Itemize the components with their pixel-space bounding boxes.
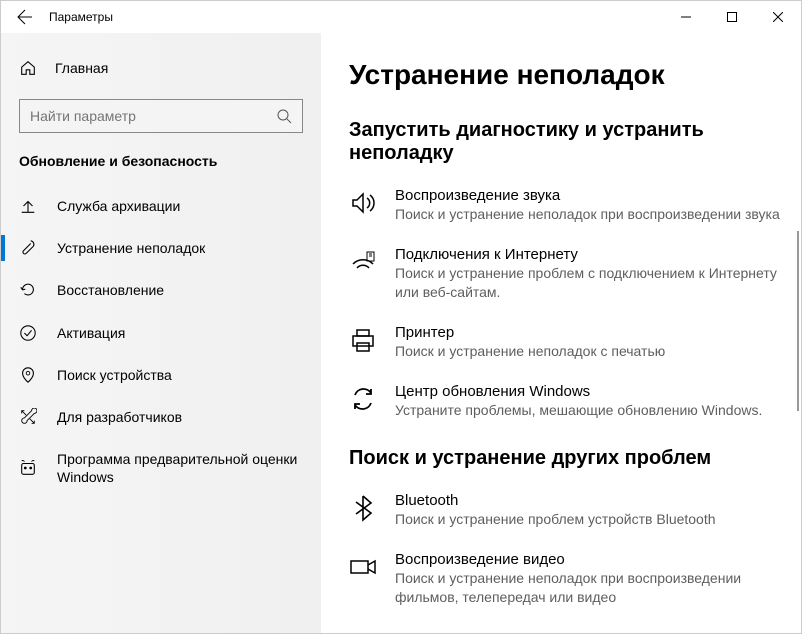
window-controls [663, 1, 801, 33]
troubleshooter-desc: Поиск и устранение проблем с подключение… [395, 264, 781, 302]
bluetooth-icon [349, 494, 377, 522]
window-title: Параметры [49, 10, 113, 24]
check-circle-icon [19, 324, 37, 342]
section-title: Поиск и устранение других проблем [349, 447, 781, 470]
printer-icon [349, 326, 377, 354]
home-icon [19, 59, 37, 77]
sidebar-item-recovery[interactable]: Восстановление [1, 269, 321, 311]
sidebar-item-developers[interactable]: Для разработчиков [1, 396, 321, 438]
nav-label: Программа предварительной оценки Windows [57, 450, 303, 486]
sidebar: Главная Обновление и безопасность Служба… [1, 33, 321, 633]
recovery-icon [19, 281, 37, 299]
troubleshooter-audio[interactable]: Воспроизведение звука Поиск и устранение… [349, 187, 781, 224]
back-button[interactable] [9, 1, 41, 33]
troubleshooter-printer[interactable]: Принтер Поиск и устранение неполадок с п… [349, 324, 781, 361]
sidebar-category: Обновление и безопасность [1, 153, 321, 185]
sidebar-item-activation[interactable]: Активация [1, 312, 321, 354]
troubleshooter-desc: Поиск и устранение проблем устройств Blu… [395, 510, 781, 529]
troubleshooter-desc: Поиск и устранение неполадок при воспрои… [395, 569, 781, 607]
titlebar: Параметры [1, 1, 801, 33]
home-link[interactable]: Главная [1, 51, 321, 85]
location-icon [19, 366, 37, 384]
home-label: Главная [55, 60, 108, 76]
maximize-icon [727, 12, 737, 22]
close-button[interactable] [755, 1, 801, 33]
insider-icon [19, 459, 37, 477]
sidebar-item-backup[interactable]: Служба архивации [1, 185, 321, 227]
scrollbar[interactable] [797, 231, 799, 411]
troubleshooter-internet[interactable]: Подключения к Интернету Поиск и устранен… [349, 246, 781, 302]
nav-label: Служба архивации [57, 197, 180, 215]
troubleshooter-title: Центр обновления Windows [395, 383, 781, 400]
troubleshooter-video[interactable]: Воспроизведение видео Поиск и устранение… [349, 551, 781, 607]
nav-label: Активация [57, 324, 125, 342]
troubleshooter-title: Воспроизведение звука [395, 187, 781, 204]
nav-label: Поиск устройства [57, 366, 172, 384]
troubleshooter-title: Bluetooth [395, 492, 781, 509]
nav-label: Для разработчиков [57, 408, 182, 426]
troubleshooter-title: Воспроизведение видео [395, 551, 781, 568]
maximize-button[interactable] [709, 1, 755, 33]
minimize-icon [681, 12, 691, 22]
sidebar-item-find-device[interactable]: Поиск устройства [1, 354, 321, 396]
troubleshooter-update[interactable]: Центр обновления Windows Устраните пробл… [349, 383, 781, 420]
troubleshooter-bluetooth[interactable]: Bluetooth Поиск и устранение проблем уст… [349, 492, 781, 529]
troubleshooter-desc: Устраните проблемы, мешающие обновлению … [395, 401, 781, 420]
search-icon [276, 108, 292, 124]
nav-label: Устранение неполадок [57, 239, 205, 257]
wrench-icon [19, 239, 37, 257]
close-icon [773, 12, 783, 22]
troubleshooter-title: Принтер [395, 324, 781, 341]
troubleshooter-desc: Поиск и устранение неполадок с печатью [395, 342, 781, 361]
sync-icon [349, 385, 377, 413]
speaker-icon [349, 189, 377, 217]
page-title: Устранение неполадок [349, 59, 781, 91]
troubleshooter-title: Подключения к Интернету [395, 246, 781, 263]
arrow-left-icon [17, 9, 33, 25]
search-box[interactable] [19, 99, 303, 133]
troubleshooter-desc: Поиск и устранение неполадок при воспрои… [395, 205, 781, 224]
section-title: Запустить диагностику и устранить непола… [349, 119, 781, 165]
tools-icon [19, 408, 37, 426]
nav-label: Восстановление [57, 281, 164, 299]
backup-icon [19, 197, 37, 215]
content-area: Устранение неполадок Запустить диагности… [321, 33, 801, 633]
video-icon [349, 553, 377, 581]
sidebar-item-insider[interactable]: Программа предварительной оценки Windows [1, 438, 321, 498]
wifi-icon [349, 248, 377, 276]
minimize-button[interactable] [663, 1, 709, 33]
sidebar-item-troubleshoot[interactable]: Устранение неполадок [1, 227, 321, 269]
search-input[interactable] [30, 108, 276, 124]
